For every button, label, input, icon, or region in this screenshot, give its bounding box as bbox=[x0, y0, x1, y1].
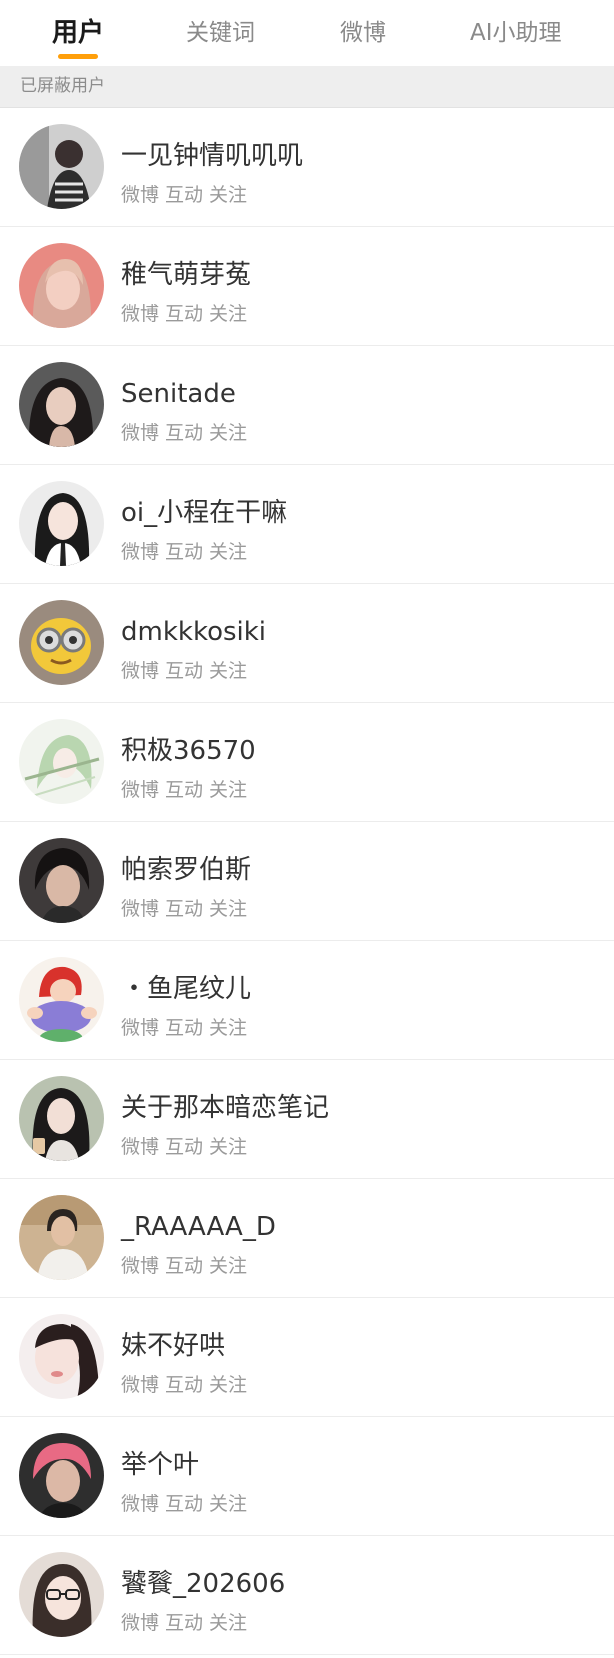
section-header-blocked-users: 已屏蔽用户 bbox=[0, 66, 614, 108]
user-row[interactable]: 举个叶 微博 互动 关注 bbox=[0, 1417, 614, 1536]
user-meta: 微博 互动 关注 bbox=[121, 540, 253, 564]
meta-weibo: 微博 bbox=[121, 1017, 160, 1039]
user-name[interactable]: 饕餮_202606 bbox=[121, 1568, 285, 1600]
meta-follow: 关注 bbox=[209, 422, 248, 444]
meta-weibo: 微博 bbox=[121, 898, 160, 920]
user-meta: 微博 互动 关注 bbox=[121, 421, 253, 445]
user-meta: 微博 互动 关注 bbox=[121, 1611, 253, 1635]
meta-weibo: 微博 bbox=[121, 1136, 160, 1158]
user-name[interactable]: oi_小程在干嘛 bbox=[121, 497, 287, 529]
meta-follow: 关注 bbox=[209, 1612, 248, 1634]
meta-interact: 互动 bbox=[165, 898, 204, 920]
meta-interact: 互动 bbox=[165, 303, 204, 325]
user-row[interactable]: 一见钟情叽叽叽 微博 互动 关注 bbox=[0, 108, 614, 227]
meta-interact: 互动 bbox=[165, 1493, 204, 1515]
meta-weibo: 微博 bbox=[121, 184, 160, 206]
meta-follow: 关注 bbox=[209, 184, 248, 206]
meta-follow: 关注 bbox=[209, 541, 248, 563]
meta-follow: 关注 bbox=[209, 898, 248, 920]
user-meta: 微博 互动 关注 bbox=[121, 183, 253, 207]
user-name[interactable]: 一见钟情叽叽叽 bbox=[121, 140, 303, 172]
user-row[interactable]: dmkkkosiki 微博 互动 关注 bbox=[0, 584, 614, 703]
user-row[interactable]: 积极36570 微博 互动 关注 bbox=[0, 703, 614, 822]
user-row[interactable]: 饕餮_202606 微博 互动 关注 bbox=[0, 1536, 614, 1655]
user-name[interactable]: _RAAAAA_D bbox=[121, 1211, 276, 1243]
meta-follow: 关注 bbox=[209, 779, 248, 801]
meta-follow: 关注 bbox=[209, 1493, 248, 1515]
user-name[interactable]: dmkkkosiki bbox=[121, 616, 266, 648]
user-meta: 微博 互动 关注 bbox=[121, 302, 253, 326]
user-name[interactable]: Senitade bbox=[121, 378, 236, 410]
meta-interact: 互动 bbox=[165, 1612, 204, 1634]
active-tab-indicator bbox=[58, 54, 98, 59]
meta-weibo: 微博 bbox=[121, 303, 160, 325]
user-row[interactable]: _RAAAAA_D 微博 互动 关注 bbox=[0, 1179, 614, 1298]
user-name[interactable]: 稚气萌芽菟 bbox=[121, 259, 251, 291]
avatar[interactable] bbox=[19, 838, 104, 923]
user-meta: 微博 互动 关注 bbox=[121, 897, 253, 921]
avatar[interactable] bbox=[19, 1552, 104, 1637]
avatar[interactable] bbox=[19, 1433, 104, 1518]
user-meta: 微博 互动 关注 bbox=[121, 1016, 253, 1040]
meta-follow: 关注 bbox=[209, 303, 248, 325]
avatar[interactable] bbox=[19, 124, 104, 209]
meta-weibo: 微博 bbox=[121, 1374, 160, 1396]
meta-interact: 互动 bbox=[165, 1136, 204, 1158]
avatar[interactable] bbox=[19, 243, 104, 328]
meta-interact: 互动 bbox=[165, 1017, 204, 1039]
meta-weibo: 微博 bbox=[121, 1612, 160, 1634]
meta-follow: 关注 bbox=[209, 1255, 248, 1277]
meta-follow: 关注 bbox=[209, 1136, 248, 1158]
user-name[interactable]: 妹不好哄 bbox=[121, 1330, 225, 1362]
meta-weibo: 微博 bbox=[121, 1493, 160, 1515]
avatar[interactable] bbox=[19, 362, 104, 447]
avatar[interactable] bbox=[19, 719, 104, 804]
meta-interact: 互动 bbox=[165, 184, 204, 206]
avatar[interactable] bbox=[19, 1195, 104, 1280]
meta-weibo: 微博 bbox=[121, 422, 160, 444]
user-row[interactable]: Senitade 微博 互动 关注 bbox=[0, 346, 614, 465]
avatar[interactable] bbox=[19, 957, 104, 1042]
avatar[interactable] bbox=[19, 481, 104, 566]
meta-follow: 关注 bbox=[209, 1017, 248, 1039]
meta-follow: 关注 bbox=[209, 1374, 248, 1396]
user-meta: 微博 互动 关注 bbox=[121, 1492, 253, 1516]
user-meta: 微博 互动 关注 bbox=[121, 1254, 253, 1278]
user-name[interactable]: 举个叶 bbox=[121, 1449, 199, 1481]
avatar[interactable] bbox=[19, 1314, 104, 1399]
user-row[interactable]: ・鱼尾纹儿 微博 互动 关注 bbox=[0, 941, 614, 1060]
meta-interact: 互动 bbox=[165, 422, 204, 444]
user-name[interactable]: ・鱼尾纹儿 bbox=[121, 973, 251, 1005]
tab-keywords[interactable]: 关键词 bbox=[186, 14, 255, 52]
user-name[interactable]: 关于那本暗恋笔记 bbox=[121, 1092, 329, 1124]
user-meta: 微博 互动 关注 bbox=[121, 659, 253, 683]
user-name[interactable]: 帕索罗伯斯 bbox=[121, 854, 251, 886]
meta-weibo: 微博 bbox=[121, 779, 160, 801]
user-row[interactable]: 帕索罗伯斯 微博 互动 关注 bbox=[0, 822, 614, 941]
user-meta: 微博 互动 关注 bbox=[121, 1373, 253, 1397]
meta-interact: 互动 bbox=[165, 660, 204, 682]
meta-interact: 互动 bbox=[165, 1255, 204, 1277]
user-row[interactable]: 稚气萌芽菟 微博 互动 关注 bbox=[0, 227, 614, 346]
meta-interact: 互动 bbox=[165, 779, 204, 801]
meta-weibo: 微博 bbox=[121, 1255, 160, 1277]
user-row[interactable]: 关于那本暗恋笔记 微博 互动 关注 bbox=[0, 1060, 614, 1179]
tab-ai-assistant[interactable]: AI小助理 bbox=[470, 14, 562, 52]
tab-bar: 用户 关键词 微博 AI小助理 bbox=[0, 0, 614, 66]
user-row[interactable]: 妹不好哄 微博 互动 关注 bbox=[0, 1298, 614, 1417]
user-name[interactable]: 积极36570 bbox=[121, 735, 256, 767]
avatar[interactable] bbox=[19, 1076, 104, 1161]
meta-interact: 互动 bbox=[165, 1374, 204, 1396]
tab-weibo[interactable]: 微博 bbox=[340, 14, 386, 52]
blocked-user-list: 一见钟情叽叽叽 微博 互动 关注 稚气萌芽菟 微博 互动 关注 Senitade 微博互… bbox=[0, 108, 614, 1655]
user-meta: 微博 互动 关注 bbox=[121, 1135, 253, 1159]
meta-weibo: 微博 bbox=[121, 660, 160, 682]
avatar[interactable] bbox=[19, 600, 104, 685]
meta-interact: 互动 bbox=[165, 541, 204, 563]
tab-users[interactable]: 用户 bbox=[52, 14, 104, 52]
user-meta: 微博 互动 关注 bbox=[121, 778, 253, 802]
user-row[interactable]: oi_小程在干嘛 微博 互动 关注 bbox=[0, 465, 614, 584]
meta-weibo: 微博 bbox=[121, 541, 160, 563]
meta-follow: 关注 bbox=[209, 660, 248, 682]
